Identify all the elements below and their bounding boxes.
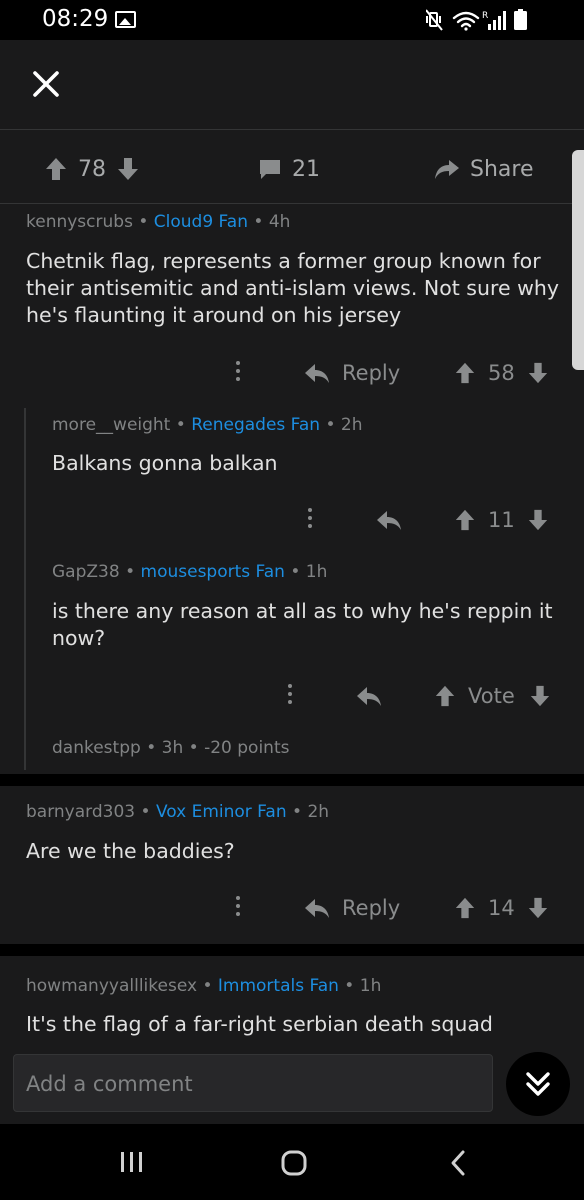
- upvote-icon[interactable]: [454, 508, 476, 532]
- wifi-icon: [452, 11, 480, 31]
- reply-label: Reply: [342, 896, 401, 920]
- reply-label: Reply: [342, 361, 401, 385]
- downvote-icon[interactable]: [527, 508, 549, 532]
- comment-body: Chetnik flag, represents a former group …: [26, 249, 559, 327]
- user-flair: Cloud9 Fan: [153, 212, 248, 232]
- comment-author[interactable]: barnyard303: [26, 802, 135, 822]
- comment-meta: more__weight • Renegades Fan • 2h: [52, 415, 363, 435]
- user-flair: Renegades Fan: [191, 415, 321, 435]
- user-flair: Vox Eminor Fan: [155, 802, 287, 822]
- share-button[interactable]: Share: [434, 154, 544, 184]
- comment-age: 2h: [307, 802, 330, 822]
- recent-apps-icon[interactable]: [118, 1150, 146, 1174]
- reply-icon: [305, 899, 329, 918]
- upvote-icon[interactable]: [454, 361, 476, 385]
- system-nav-bar: [0, 1124, 584, 1200]
- status-time: 08:29: [42, 6, 109, 32]
- reply-button[interactable]: [376, 505, 402, 535]
- comment-separator: [0, 944, 584, 956]
- comment-points: -20 points: [204, 738, 290, 758]
- more-options-icon[interactable]: [235, 361, 241, 385]
- add-comment-input[interactable]: Add a comment: [13, 1054, 493, 1112]
- reply-icon: [377, 511, 401, 530]
- back-icon[interactable]: [446, 1149, 470, 1177]
- user-flair: mousesports Fan: [140, 562, 285, 582]
- comment-composer: Add a comment: [0, 1048, 584, 1124]
- upvote-icon[interactable]: [454, 896, 476, 920]
- scroll-handle[interactable]: [572, 150, 584, 370]
- comment-meta: GapZ38 • mousesports Fan • 1h: [52, 562, 328, 582]
- comment-vote-group: 58: [454, 358, 549, 388]
- comment-author[interactable]: GapZ38: [52, 562, 120, 582]
- comment-body: Balkans gonna balkan: [52, 451, 278, 475]
- post-vote-group: 78: [44, 154, 140, 184]
- comment-author[interactable]: more__weight: [52, 415, 170, 435]
- vote-label: Vote: [468, 684, 515, 708]
- downvote-icon[interactable]: [527, 361, 549, 385]
- comment-bubble-icon: [260, 160, 280, 179]
- more-options-icon[interactable]: [307, 508, 313, 532]
- comment-meta: barnyard303 • Vox Eminor Fan • 2h: [26, 802, 330, 822]
- comment-separator: [0, 774, 584, 786]
- post-score: 78: [78, 156, 106, 182]
- post-action-bar: 78 21 Share: [0, 130, 584, 204]
- status-bar: 08:29 R: [0, 0, 584, 40]
- close-icon[interactable]: [28, 66, 64, 102]
- comment-age: 1h: [359, 976, 382, 996]
- status-icons: R: [426, 9, 527, 31]
- comment-score: 58: [488, 361, 515, 385]
- comments-count: 21: [292, 156, 320, 182]
- comment-author[interactable]: dankestpp: [52, 738, 141, 758]
- comment-age: 1h: [305, 562, 328, 582]
- upvote-icon[interactable]: [434, 684, 456, 708]
- reply-icon: [357, 687, 381, 706]
- top-bar: [0, 40, 584, 130]
- comment-body: It's the flag of a far-right serbian dea…: [26, 1012, 493, 1036]
- comment-score: 11: [488, 508, 515, 532]
- collapsed-comment[interactable]: dankestpp • 3h • -20 points: [52, 738, 289, 758]
- reply-button[interactable]: [356, 681, 382, 711]
- gallery-notification-icon: [115, 11, 136, 28]
- home-icon[interactable]: [280, 1149, 308, 1177]
- comment-age: 4h: [268, 212, 291, 232]
- reply-button[interactable]: Reply: [304, 893, 400, 923]
- downvote-icon[interactable]: [116, 156, 140, 182]
- upvote-icon[interactable]: [44, 156, 68, 182]
- reply-button[interactable]: Reply: [304, 358, 400, 388]
- comment-author[interactable]: howmanyyalllikesex: [26, 976, 197, 996]
- comment-vote-group: Vote: [434, 681, 551, 711]
- comment-age: 3h: [161, 738, 184, 758]
- vibrate-mute-icon: [426, 9, 443, 31]
- comment-author[interactable]: kennyscrubs: [26, 212, 133, 232]
- comment-age: 2h: [340, 415, 363, 435]
- share-icon: [435, 160, 459, 179]
- battery-icon: [514, 9, 527, 30]
- next-comment-button[interactable]: [506, 1052, 570, 1116]
- comment-vote-group: 11: [454, 505, 549, 535]
- svg-text:R: R: [482, 11, 488, 21]
- comment-body: Are we the baddies?: [26, 839, 235, 863]
- reply-icon: [305, 364, 329, 383]
- comment-meta: kennyscrubs • Cloud9 Fan • 4h: [26, 212, 291, 232]
- signal-icon: R: [482, 11, 506, 30]
- share-label: Share: [470, 156, 534, 182]
- more-options-icon[interactable]: [287, 684, 293, 708]
- comment-score: 14: [488, 896, 515, 920]
- downvote-icon[interactable]: [527, 896, 549, 920]
- comments-count-button[interactable]: 21: [258, 154, 330, 184]
- comment-vote-group: 14: [454, 893, 549, 923]
- user-flair: Immortals Fan: [217, 976, 339, 996]
- comment-body: is there any reason at all as to why he'…: [52, 599, 553, 650]
- double-chevron-down-icon: [526, 1072, 550, 1096]
- downvote-icon[interactable]: [529, 684, 551, 708]
- comment-meta: howmanyyalllikesex • Immortals Fan • 1h: [26, 976, 382, 996]
- more-options-icon[interactable]: [235, 896, 241, 920]
- thread-line[interactable]: [24, 408, 26, 770]
